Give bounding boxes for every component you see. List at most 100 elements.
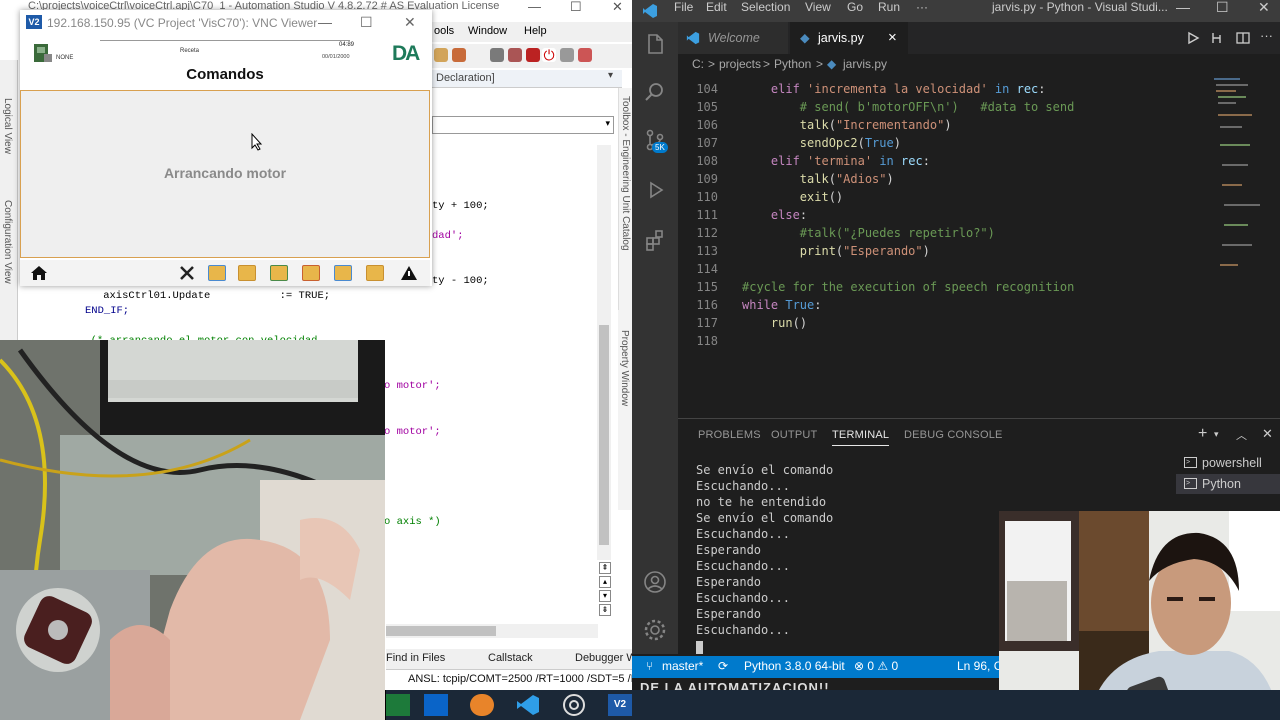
menu-tools[interactable]: ools bbox=[434, 25, 454, 37]
menu-help[interactable]: Help bbox=[524, 25, 547, 37]
minimize-icon[interactable]: — bbox=[318, 14, 332, 30]
open-changes-icon[interactable] bbox=[1210, 31, 1224, 45]
toolbar-icon[interactable] bbox=[490, 48, 504, 62]
scrollbar-thumb[interactable] bbox=[599, 325, 609, 545]
app-icon[interactable] bbox=[470, 694, 494, 716]
new-terminal-icon[interactable]: + bbox=[1198, 425, 1207, 443]
breadcrumb-item[interactable]: jarvis.py bbox=[843, 57, 887, 71]
menu-selection[interactable]: Selection bbox=[741, 0, 790, 14]
minimize-icon[interactable]: — bbox=[528, 0, 541, 14]
scroll-down-icon[interactable]: ▾ bbox=[599, 590, 611, 602]
code-token: rec bbox=[1016, 82, 1039, 96]
home-icon[interactable] bbox=[30, 265, 48, 281]
hmi-screen[interactable]: NONE Receta 04:89 00/01/2000 DA Comandos… bbox=[20, 36, 430, 286]
power-icon[interactable]: ⏻ bbox=[542, 48, 556, 62]
minimize-icon[interactable]: — bbox=[1176, 0, 1190, 15]
vertical-scrollbar[interactable] bbox=[597, 145, 611, 560]
tab-output[interactable]: OUTPUT bbox=[771, 429, 817, 441]
scroll-up-icon[interactable]: ▴ bbox=[599, 576, 611, 588]
sync-icon[interactable]: ⟳ bbox=[718, 659, 728, 673]
scroll-bottom-icon[interactable]: ⇟ bbox=[599, 604, 611, 616]
toolbar-icon[interactable] bbox=[578, 48, 592, 62]
horizontal-scrollbar[interactable] bbox=[386, 624, 598, 638]
maximize-icon[interactable]: ☐ bbox=[360, 14, 373, 31]
tab-jarvis[interactable]: ◆ jarvis.py × bbox=[790, 22, 908, 54]
account-icon[interactable] bbox=[643, 570, 667, 594]
tab-welcome[interactable]: Welcome bbox=[678, 22, 788, 54]
gear-icon[interactable] bbox=[643, 618, 667, 642]
tab-debug-console[interactable]: DEBUG CONSOLE bbox=[904, 429, 1003, 441]
excel-icon[interactable] bbox=[386, 694, 410, 716]
nav-button-icon[interactable] bbox=[366, 265, 384, 281]
chevron-down-icon[interactable]: ▾ bbox=[1214, 429, 1219, 440]
toolbar-icon[interactable] bbox=[526, 48, 540, 62]
editor-scrollbar[interactable] bbox=[1270, 74, 1280, 414]
run-file-icon[interactable] bbox=[1186, 31, 1200, 45]
python-interpreter[interactable]: Python 3.8.0 64-bit bbox=[744, 659, 845, 673]
problems-count[interactable]: ⊗ 0 ⚠ 0 bbox=[854, 659, 898, 673]
split-editor-icon[interactable] bbox=[1236, 31, 1250, 45]
vnc-taskbar-icon[interactable]: V2 bbox=[608, 694, 632, 716]
outlook-icon[interactable] bbox=[424, 694, 448, 716]
maximize-icon[interactable]: ☐ bbox=[1216, 0, 1229, 16]
tab-debugger-watch[interactable]: Debugger W bbox=[575, 652, 637, 664]
tools-icon[interactable] bbox=[178, 265, 196, 281]
terminal-powershell[interactable]: > powershell bbox=[1176, 453, 1280, 473]
toolbar-icon[interactable] bbox=[434, 48, 448, 62]
run-debug-icon[interactable] bbox=[643, 178, 667, 202]
close-tab-icon[interactable]: × bbox=[888, 22, 897, 54]
maximize-icon[interactable]: ☐ bbox=[570, 0, 582, 15]
menu-run[interactable]: Run bbox=[878, 0, 900, 14]
terminal-python[interactable]: > Python bbox=[1176, 474, 1280, 494]
tab-find-in-files[interactable]: Find in Files bbox=[386, 652, 445, 664]
user-icon[interactable] bbox=[32, 42, 54, 64]
tab-problems[interactable]: PROBLEMS bbox=[698, 429, 761, 441]
breadcrumb-item[interactable]: C: bbox=[692, 57, 704, 71]
logical-view-tab[interactable]: Logical View bbox=[2, 98, 13, 154]
code-editor[interactable]: 104 elif 'incrementa la velocidad' in re… bbox=[678, 74, 1208, 414]
configuration-view-tab[interactable]: Configuration View bbox=[2, 200, 13, 284]
menu-go[interactable]: Go bbox=[847, 0, 863, 14]
menu-window[interactable]: Window bbox=[468, 25, 507, 37]
close-icon[interactable]: ✕ bbox=[1258, 0, 1270, 16]
search-icon[interactable] bbox=[643, 80, 667, 104]
maximize-panel-icon[interactable]: ︿ bbox=[1236, 427, 1247, 443]
menu-view[interactable]: View bbox=[805, 0, 831, 14]
nav-button-icon[interactable] bbox=[208, 265, 226, 281]
nav-button-icon[interactable] bbox=[238, 265, 256, 281]
vscode-taskbar-icon[interactable] bbox=[516, 694, 540, 716]
close-icon[interactable]: ✕ bbox=[612, 0, 623, 15]
property-window-tab[interactable]: Property Window bbox=[619, 330, 630, 406]
tab-terminal[interactable]: TERMINAL bbox=[832, 429, 890, 446]
close-icon[interactable]: ✕ bbox=[404, 14, 416, 31]
extensions-icon[interactable] bbox=[643, 228, 667, 252]
toolbar-icon[interactable] bbox=[560, 48, 574, 62]
chrome-icon[interactable] bbox=[562, 694, 586, 716]
taskbar: V2 bbox=[386, 690, 1280, 720]
breadcrumb-item[interactable]: projects bbox=[719, 57, 761, 71]
tab-dropdown-icon[interactable]: ▾ bbox=[608, 70, 613, 81]
close-panel-icon[interactable]: ✕ bbox=[1262, 426, 1273, 442]
nav-button-icon[interactable] bbox=[302, 265, 320, 281]
breadcrumb-item[interactable]: Python bbox=[774, 57, 811, 71]
menu-more[interactable]: ··· bbox=[916, 0, 928, 14]
warning-icon[interactable] bbox=[400, 265, 418, 281]
menu-edit[interactable]: Edit bbox=[706, 0, 727, 14]
scope-combobox[interactable]: ▾ bbox=[432, 116, 614, 134]
toolbar-icon[interactable] bbox=[508, 48, 522, 62]
scrollbar-thumb[interactable] bbox=[386, 626, 496, 636]
git-branch-icon[interactable]: ⑂ bbox=[646, 659, 653, 673]
git-branch[interactable]: master* bbox=[662, 659, 703, 673]
nav-button-icon[interactable] bbox=[270, 265, 288, 281]
explorer-icon[interactable] bbox=[643, 32, 667, 56]
minimap[interactable] bbox=[1210, 74, 1270, 414]
scroll-top-icon[interactable]: ⇞ bbox=[599, 562, 611, 574]
tab-callstack[interactable]: Callstack bbox=[488, 652, 533, 664]
declaration-tab[interactable]: Declaration] ▾ bbox=[432, 70, 622, 88]
toolbox-tab[interactable]: Toolbox - Engineering Unit Catalog bbox=[620, 96, 631, 251]
nav-button-icon[interactable] bbox=[334, 265, 352, 281]
toolbar-icon[interactable] bbox=[452, 48, 466, 62]
more-actions-icon[interactable]: ··· bbox=[1260, 28, 1273, 43]
menu-file[interactable]: File bbox=[674, 0, 693, 14]
terminal-output[interactable]: Se envío el comando Escuchando... no te he… bbox=[696, 463, 833, 654]
